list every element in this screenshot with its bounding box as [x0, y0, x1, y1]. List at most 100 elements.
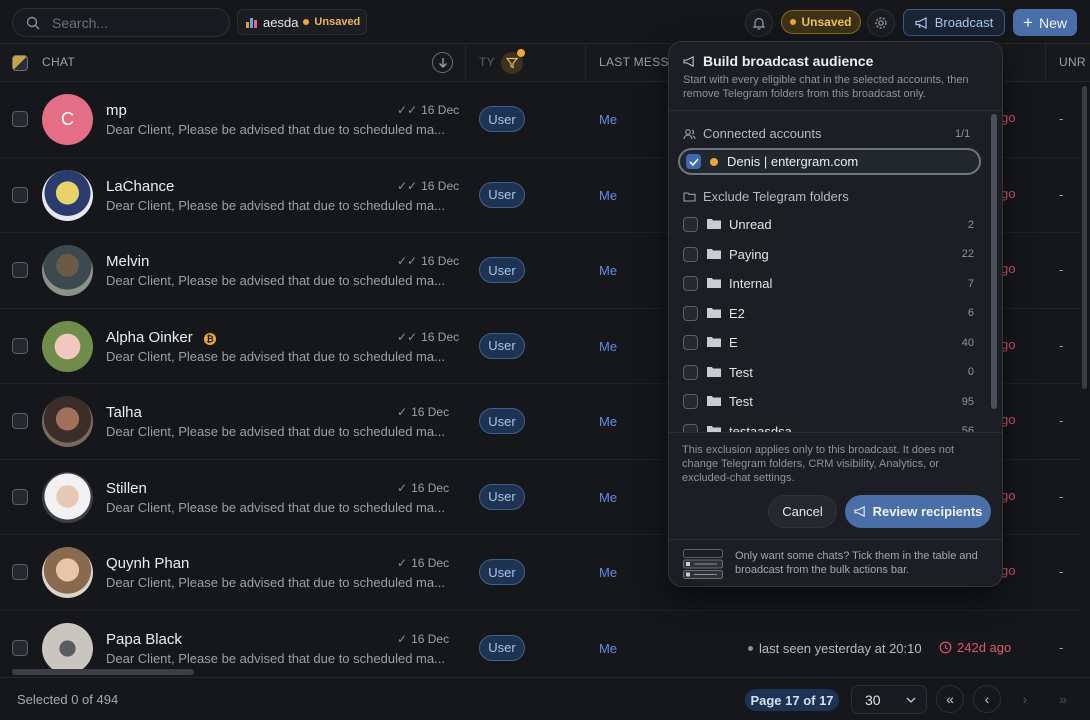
unread-count: -: [1059, 186, 1064, 202]
row-checkbox[interactable]: [12, 262, 28, 278]
search-input[interactable]: Search...: [52, 15, 108, 31]
page-size-value: 30: [865, 691, 881, 708]
folder-item[interactable]: Test 0: [669, 358, 989, 388]
first-page-button[interactable]: «: [936, 685, 964, 713]
row-checkbox[interactable]: [12, 111, 28, 127]
last-message-sender[interactable]: Me: [599, 339, 617, 354]
popover-description: Start with every eligible chat in the se…: [683, 74, 969, 100]
bitcoin-icon: ₿: [204, 332, 216, 345]
last-page-button[interactable]: »: [1049, 685, 1077, 713]
folder-item[interactable]: Paying 22: [669, 240, 989, 270]
double-chevron-right-icon: »: [1059, 691, 1067, 707]
users-icon: [683, 128, 696, 139]
accounts-section-title: Connected accounts: [683, 126, 822, 141]
folder-checkbox[interactable]: [683, 305, 698, 321]
chat-time: ✓ 16 Dec: [397, 480, 450, 495]
row-checkbox[interactable]: [12, 639, 28, 656]
folder-checkbox[interactable]: [683, 394, 698, 410]
row-checkbox[interactable]: [12, 564, 28, 580]
folder-icon: [707, 396, 721, 406]
header-chat[interactable]: CHAT: [42, 55, 75, 69]
chevron-left-icon: ‹: [984, 691, 990, 707]
double-check-icon: ✓✓: [397, 329, 418, 344]
table-rows-icon: [683, 549, 723, 579]
last-seen-ago: go: [1001, 487, 1016, 503]
folder-icon: [707, 366, 721, 377]
settings-button[interactable]: [867, 9, 895, 37]
notifications-button[interactable]: [745, 9, 773, 37]
check-icon: ✓: [397, 631, 408, 646]
chat-time: ✓ 16 Dec: [397, 405, 450, 419]
folder-item[interactable]: E 40: [669, 328, 989, 358]
last-message-sender[interactable]: Me: [599, 112, 617, 127]
last-seen-ago: 242d ago: [939, 640, 1011, 655]
search-box[interactable]: Search...: [12, 8, 230, 37]
folder-item[interactable]: Unread 2: [669, 210, 989, 240]
row-checkbox[interactable]: [12, 488, 28, 505]
folder-checkbox[interactable]: [683, 217, 698, 233]
last-seen-ago: go: [1001, 563, 1016, 578]
type-badge: User: [479, 106, 525, 132]
vertical-scrollbar[interactable]: [1082, 86, 1087, 389]
account-name: Denis | entergram.com: [727, 154, 859, 169]
folder-checkbox[interactable]: [683, 335, 698, 351]
folder-checkbox[interactable]: [683, 276, 698, 292]
review-recipients-button[interactable]: Review recipients: [845, 495, 991, 528]
last-message-sender[interactable]: Me: [599, 414, 617, 429]
account-option[interactable]: Denis | entergram.com: [678, 148, 981, 175]
chat-time: ✓✓ 16 Dec: [397, 254, 460, 268]
last-message-sender[interactable]: Me: [599, 565, 617, 580]
last-message-sender[interactable]: Me: [599, 263, 617, 278]
avatar: [42, 320, 93, 372]
select-all-checkbox[interactable]: [12, 55, 28, 71]
prev-page-button[interactable]: ‹: [973, 685, 1001, 713]
row-checkbox[interactable]: [12, 337, 28, 354]
last-message-sender[interactable]: Me: [599, 490, 617, 505]
folder-icon: [707, 337, 721, 347]
row-checkbox[interactable]: [12, 413, 28, 429]
unread-count: -: [1059, 639, 1064, 655]
unread-count: -: [1059, 262, 1064, 277]
folder-icon: [707, 248, 721, 259]
folder-checkbox[interactable]: [683, 364, 698, 380]
sort-button[interactable]: [432, 52, 453, 73]
unread-count: -: [1059, 564, 1064, 579]
row-checkbox[interactable]: [12, 186, 28, 203]
header-unread[interactable]: UNR: [1059, 55, 1086, 69]
last-seen-ago: go: [1001, 336, 1016, 352]
header-type[interactable]: TY: [479, 55, 495, 69]
broadcast-button[interactable]: Broadcast: [903, 9, 1005, 36]
folder-checkbox[interactable]: [683, 423, 698, 432]
folder-item[interactable]: E2 6: [669, 299, 989, 329]
folder-checkbox[interactable]: [683, 246, 698, 262]
folder-item[interactable]: Test 95: [669, 387, 989, 417]
chat-name: LaChance: [106, 177, 175, 195]
type-filter-button[interactable]: [501, 49, 525, 74]
cancel-button[interactable]: Cancel: [768, 495, 837, 528]
folder-name: Test: [729, 394, 753, 410]
header-last-message[interactable]: LAST MESSA: [599, 55, 677, 69]
chevron-right-icon: ›: [1022, 691, 1028, 707]
folder-count: 22: [961, 248, 974, 261]
folder-item[interactable]: Internal 7: [669, 269, 989, 299]
folder-item[interactable]: testaasdsa 56: [669, 417, 989, 432]
account-checkbox[interactable]: [686, 154, 701, 169]
unsaved-dot: [790, 19, 797, 25]
popover-scrollbar[interactable]: [991, 114, 997, 409]
horizontal-scrollbar[interactable]: [12, 669, 194, 675]
view-status: Unsaved: [314, 16, 361, 28]
last-seen-status: last seen yesterday at 20:10: [748, 641, 922, 656]
next-page-button[interactable]: ›: [1011, 685, 1039, 713]
saved-view-tab[interactable]: aesda Unsaved: [237, 9, 367, 35]
avatar: [42, 245, 93, 296]
avatar: C: [42, 94, 93, 145]
folder-list[interactable]: Unread 2 Paying 22 Internal 7 E2 6 E 40 Test 0…: [669, 210, 989, 432]
last-message-sender[interactable]: Me: [599, 188, 617, 203]
unsaved-indicator[interactable]: Unsaved: [781, 10, 861, 34]
last-message-sender[interactable]: Me: [599, 641, 617, 656]
page-size-select[interactable]: 30: [851, 685, 927, 714]
new-button[interactable]: + New: [1013, 9, 1077, 36]
avatar: [42, 169, 93, 221]
folders-section-title: Exclude Telegram folders: [683, 189, 849, 204]
column-divider: [1045, 44, 1046, 82]
